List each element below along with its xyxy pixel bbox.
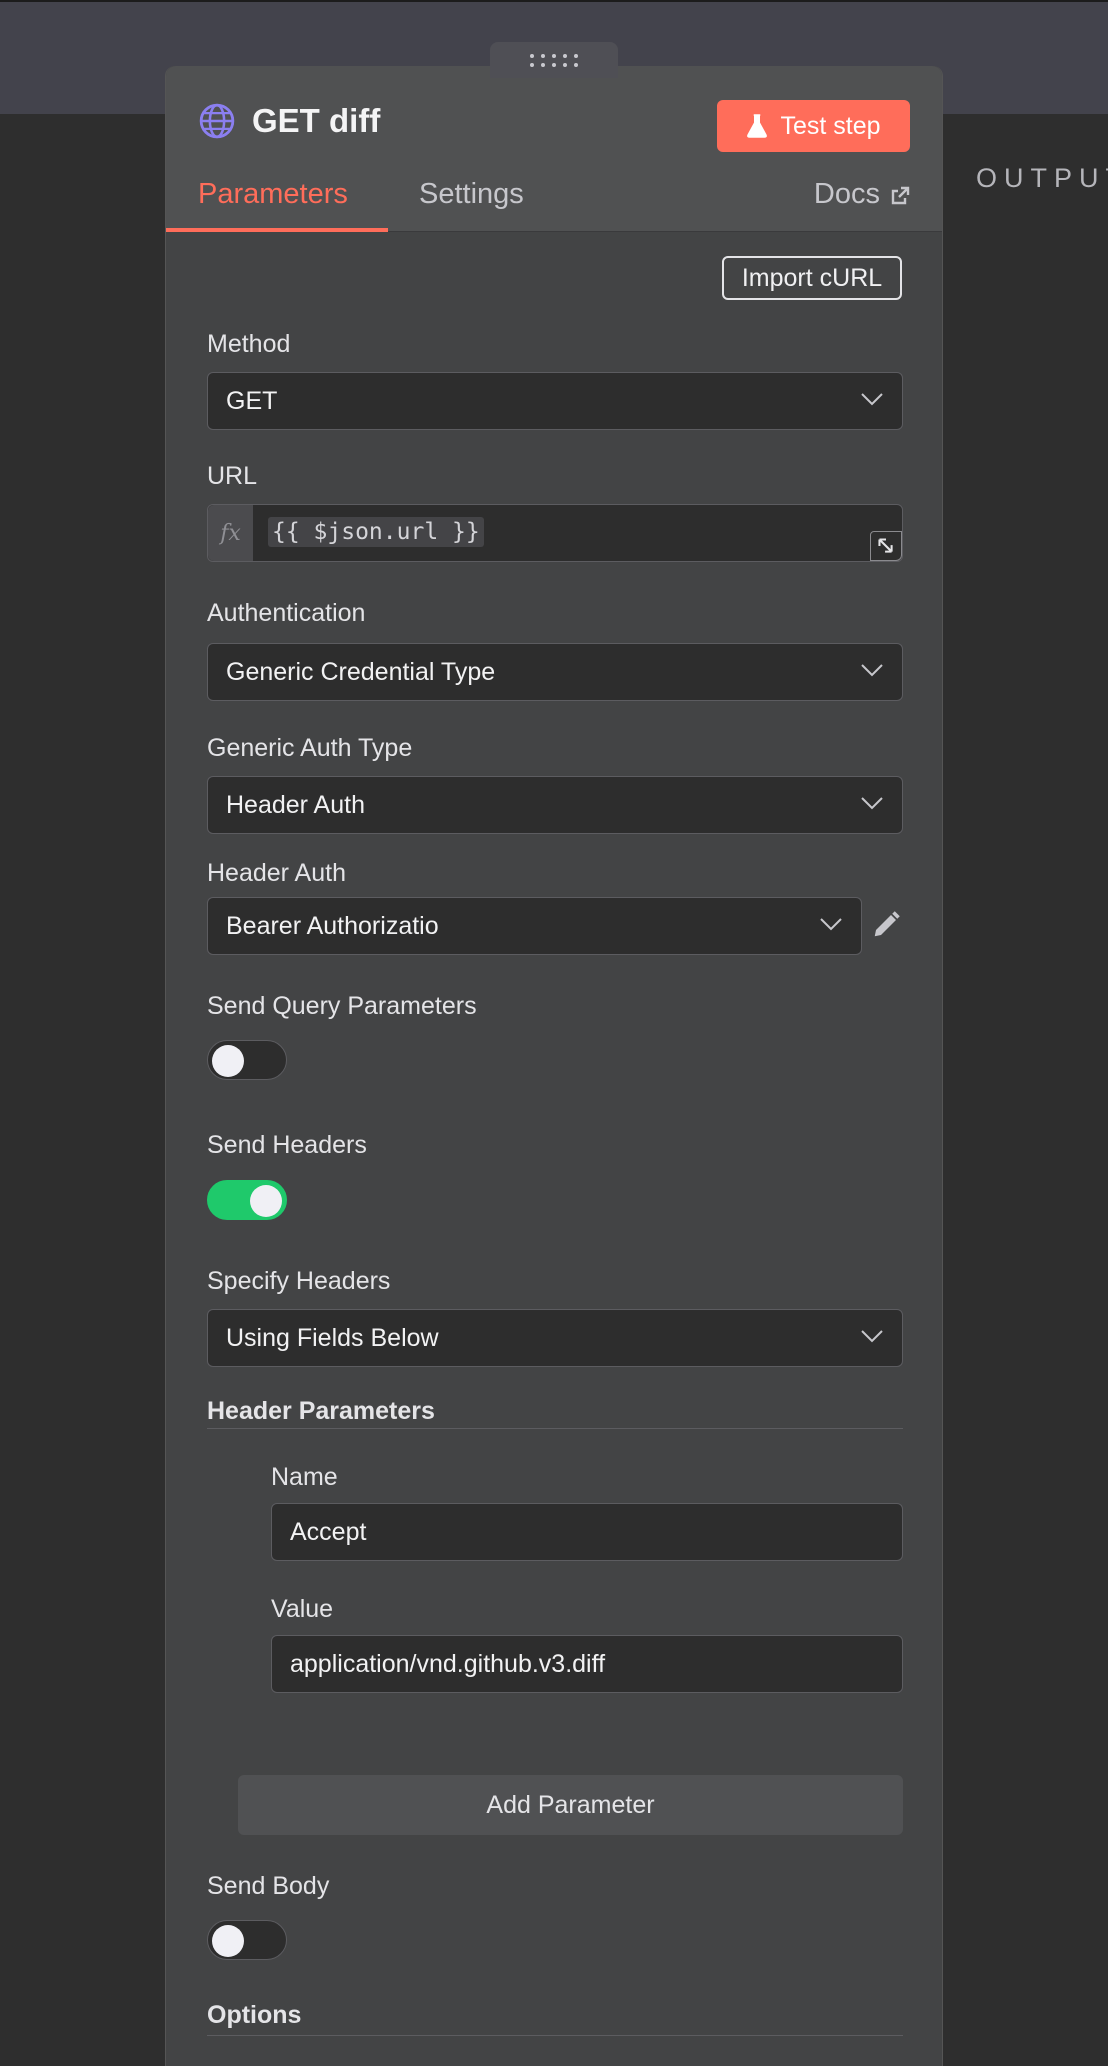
panel-header: GET diff Test step Parameters Settings D… (166, 66, 942, 232)
test-step-button[interactable]: Test step (717, 100, 910, 152)
globe-icon (199, 103, 235, 139)
toggle-knob (212, 1045, 244, 1077)
drag-handle[interactable] (490, 42, 618, 78)
section-divider (207, 2035, 903, 2036)
flask-icon (747, 114, 768, 138)
output-panel-label: OUTPUT (976, 163, 1108, 193)
header-name-value: Accept (290, 1517, 367, 1546)
specify-headers-label: Specify Headers (207, 1267, 391, 1295)
url-input[interactable]: fx {{ $json.url }} (207, 504, 903, 562)
specify-headers-select[interactable]: Using Fields Below (207, 1309, 903, 1367)
send-query-toggle[interactable] (207, 1040, 287, 1080)
send-body-toggle[interactable] (207, 1920, 287, 1960)
url-label: URL (207, 462, 258, 490)
chevron-down-icon (820, 918, 842, 931)
url-expression-value: {{ $json.url }} (268, 517, 484, 547)
header-parameters-heading: Header Parameters (207, 1397, 435, 1425)
chevron-down-icon (861, 664, 883, 677)
drag-handle-icon (530, 53, 578, 67)
expand-icon[interactable] (870, 531, 902, 561)
active-tab-indicator (166, 228, 388, 232)
send-headers-toggle[interactable] (207, 1180, 287, 1220)
specify-headers-value: Using Fields Below (226, 1323, 439, 1352)
generic-auth-type-select[interactable]: Header Auth (207, 776, 903, 834)
tab-settings[interactable]: Settings (419, 178, 524, 232)
header-auth-label: Header Auth (207, 859, 346, 887)
title-row: GET diff (198, 102, 380, 140)
expression-fx-icon: fx (208, 505, 253, 561)
method-label: Method (207, 330, 291, 358)
generic-auth-type-value: Header Auth (226, 790, 365, 819)
header-auth-credential-select[interactable]: Bearer Authorizatio (207, 897, 862, 955)
method-select[interactable]: GET (207, 372, 903, 430)
toggle-knob (250, 1185, 282, 1217)
header-name-label: Name (271, 1463, 338, 1491)
docs-label: Docs (813, 178, 880, 210)
test-step-label: Test step (780, 111, 881, 140)
chevron-down-icon (861, 1330, 883, 1343)
node-parameters-panel: GET diff Test step Parameters Settings D… (165, 66, 943, 2066)
send-headers-label: Send Headers (207, 1131, 367, 1159)
send-body-label: Send Body (207, 1872, 330, 1900)
authentication-select[interactable]: Generic Credential Type (207, 643, 903, 701)
header-value-label: Value (271, 1595, 334, 1623)
node-title[interactable]: GET diff (252, 102, 380, 140)
header-value-value: application/vnd.github.v3.diff (290, 1649, 606, 1678)
options-heading: Options (207, 2001, 302, 2029)
header-name-input[interactable]: Accept (271, 1503, 903, 1561)
toggle-knob (212, 1925, 244, 1957)
send-query-label: Send Query Parameters (207, 992, 477, 1020)
header-value-input[interactable]: application/vnd.github.v3.diff (271, 1635, 903, 1693)
import-curl-button[interactable]: Import cURL (722, 256, 902, 300)
authentication-label: Authentication (207, 599, 366, 627)
method-value: GET (226, 386, 278, 415)
pencil-icon[interactable] (871, 910, 901, 940)
tab-parameters[interactable]: Parameters (198, 178, 348, 232)
chevron-down-icon (861, 393, 883, 406)
chevron-down-icon (861, 797, 883, 810)
authentication-value: Generic Credential Type (226, 657, 496, 686)
add-parameter-button[interactable]: Add Parameter (238, 1775, 903, 1835)
section-divider (207, 1428, 903, 1429)
header-auth-value: Bearer Authorizatio (226, 911, 439, 940)
generic-auth-type-label: Generic Auth Type (207, 734, 413, 762)
external-link-icon (891, 186, 910, 205)
docs-link[interactable]: Docs (814, 178, 910, 211)
